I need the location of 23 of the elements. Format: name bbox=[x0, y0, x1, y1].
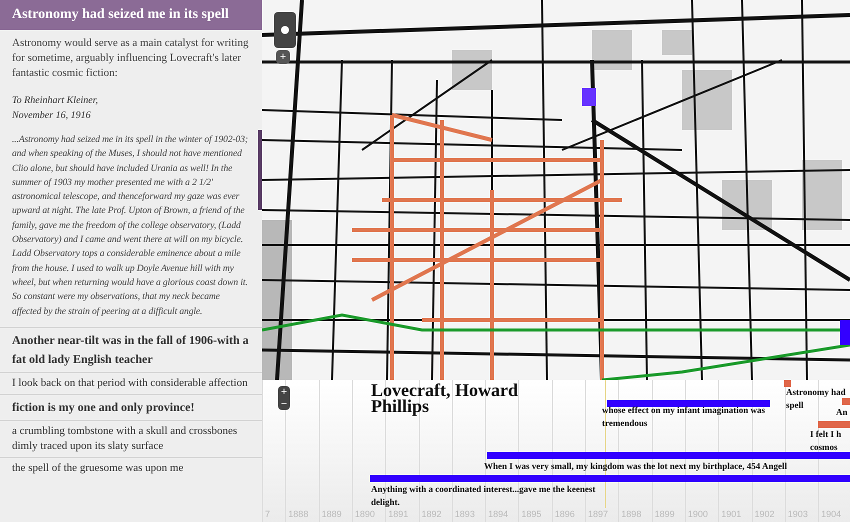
map-zoom-in-button[interactable]: + bbox=[276, 50, 290, 64]
event-label[interactable]: When I was very small, my kingdom was the lot next my birthplace, 454 Angell bbox=[484, 460, 788, 473]
story-title: Astronomy had seized me in its spell bbox=[0, 0, 262, 30]
intro-text: Astronomy would serve as a main catalyst for writing for sometime, arguably influencing Lovecraft's later fantastic cosmic fiction: bbox=[12, 36, 250, 81]
event-label[interactable]: An bbox=[836, 406, 848, 419]
story-entry[interactable]: Another near-tilt was in the fall of 1906-with a fat old lady English teacher bbox=[12, 330, 250, 369]
event-label[interactable]: cosmos bbox=[810, 441, 838, 454]
event-label[interactable]: spell bbox=[786, 399, 804, 412]
story-entry[interactable]: I look back on that period with considerable affection bbox=[12, 376, 250, 391]
event-label[interactable]: whose effect on my infant imagination was tremendous bbox=[602, 404, 780, 430]
timeline-zoom-in-button[interactable]: + bbox=[278, 386, 290, 398]
letter-heading: To Rheinhart Kleiner, bbox=[12, 94, 100, 108]
story-entry[interactable]: the spell of the gruesome was upon me bbox=[12, 460, 250, 476]
event-label[interactable]: Anything with a coordinated interest...gave me the keenest delight. bbox=[371, 483, 621, 509]
letter-heading: November 16, 1916 bbox=[12, 109, 92, 123]
map-view[interactable]: + bbox=[262, 0, 850, 380]
event-label[interactable]: I felt I h bbox=[810, 428, 842, 441]
timeline-title: Lovecraft, Howard Phillips bbox=[371, 382, 519, 414]
event-label[interactable]: Astronomy had bbox=[786, 386, 846, 399]
story-entry[interactable]: fiction is my one and only province! bbox=[12, 398, 250, 417]
quote-text: ...Astronomy had seized me in its spell in the winter of 1902-03; and when speaking of the Muses, I should not have mentioned Clio alone, but should have included Urania as well! In the summer of 1903 my mother presented me with a 2 1/2' astronomical telescope, and thenceforward my gaze was ever upward at night. The late Prof. Upton of Brown, a friend of the family, gave me the freedom of the college observatory, (Ladd Observatory) and I came and went there at will on my bicycle. Ladd Observatory tops a considerable eminence about a mile from the house. I used to walk up Doyle Avenue hill with my wheel, but when returning would have a glorious coast down it. So constant were my observations, that my neck became affected by the strain of peering at a difficult angle. bbox=[12, 134, 249, 319]
timeline-zoom-out-button[interactable]: − bbox=[278, 398, 290, 410]
story-entry[interactable]: a crumbling tombstone with a skull and crossbones dimly traced upon its slaty surface bbox=[12, 424, 250, 454]
